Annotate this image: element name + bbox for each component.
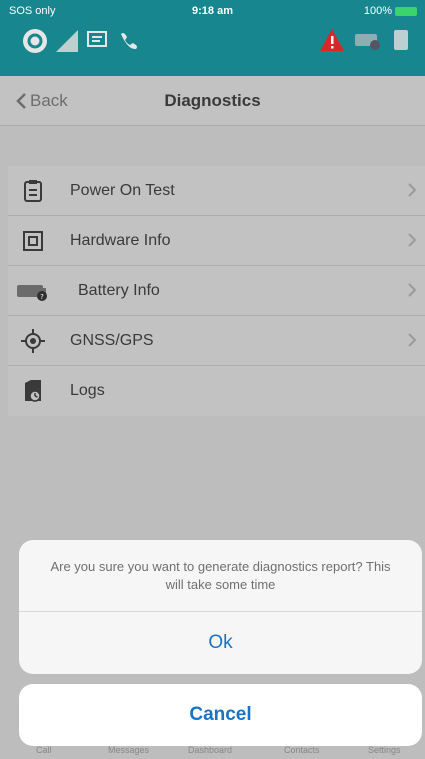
battery-status: 100%: [364, 5, 417, 17]
battery-alert-icon: [355, 34, 380, 50]
list-item-label: Logs: [70, 382, 105, 399]
tab-contacts[interactable]: Contacts: [284, 745, 320, 755]
chevron-right-icon: [408, 183, 417, 197]
tab-dashboard[interactable]: Dashboard: [188, 745, 232, 755]
chevron-right-icon: [408, 333, 417, 347]
sync-icon: [23, 29, 47, 53]
warning-icon: [320, 29, 344, 51]
battery-icon: ?: [17, 284, 47, 301]
cancel-button[interactable]: Cancel: [19, 684, 422, 746]
list-item-power-on-test[interactable]: Power On Test: [8, 166, 425, 216]
clock-text: 9:18 am: [192, 5, 233, 17]
tab-settings[interactable]: Settings: [368, 745, 401, 755]
navigation-bar: Back Diagnostics: [0, 76, 425, 126]
confirm-action-sheet: Are you sure you want to generate diagno…: [19, 540, 422, 674]
message-status-icon: [87, 31, 107, 47]
signal-icon: [56, 30, 78, 52]
chip-icon: [23, 230, 43, 251]
logs-icon: [25, 380, 41, 402]
tab-call[interactable]: Call: [36, 745, 52, 755]
tab-messages[interactable]: Messages: [108, 745, 149, 755]
device-status-icons: [22, 28, 411, 68]
battery-icon: [395, 6, 417, 16]
alert-message: Are you sure you want to generate diagno…: [19, 540, 422, 612]
list-item-label: Hardware Info: [70, 231, 171, 249]
diagnostics-list: Power On Test Hardware Info ? Battery In…: [8, 166, 425, 416]
header-bar: SOS only 9:18 am 100%: [0, 0, 425, 76]
clipboard-icon: [24, 179, 42, 202]
ok-button[interactable]: Ok: [19, 612, 422, 674]
svg-text:?: ?: [40, 293, 44, 301]
list-item-label: Power On Test: [70, 181, 175, 199]
list-item-gnss-gps[interactable]: GNSS/GPS: [8, 316, 425, 366]
chevron-right-icon: [408, 233, 417, 247]
sim-icon: [394, 30, 408, 50]
battery-percent: 100%: [363, 5, 392, 17]
carrier-text: SOS only: [9, 5, 56, 17]
chevron-right-icon: [408, 283, 417, 297]
list-item-label: GNSS/GPS: [70, 331, 154, 349]
status-bar: SOS only 9:18 am 100%: [0, 0, 425, 22]
page-title: Diagnostics: [164, 91, 261, 110]
list-item-battery-info[interactable]: ? Battery Info: [8, 266, 425, 316]
list-item-label: Battery Info: [78, 281, 160, 299]
list-item-logs[interactable]: Logs: [8, 366, 425, 416]
call-blocked-icon: [121, 33, 137, 50]
gps-crosshair-icon: [21, 328, 45, 353]
list-item-hardware-info[interactable]: Hardware Info: [8, 216, 425, 266]
